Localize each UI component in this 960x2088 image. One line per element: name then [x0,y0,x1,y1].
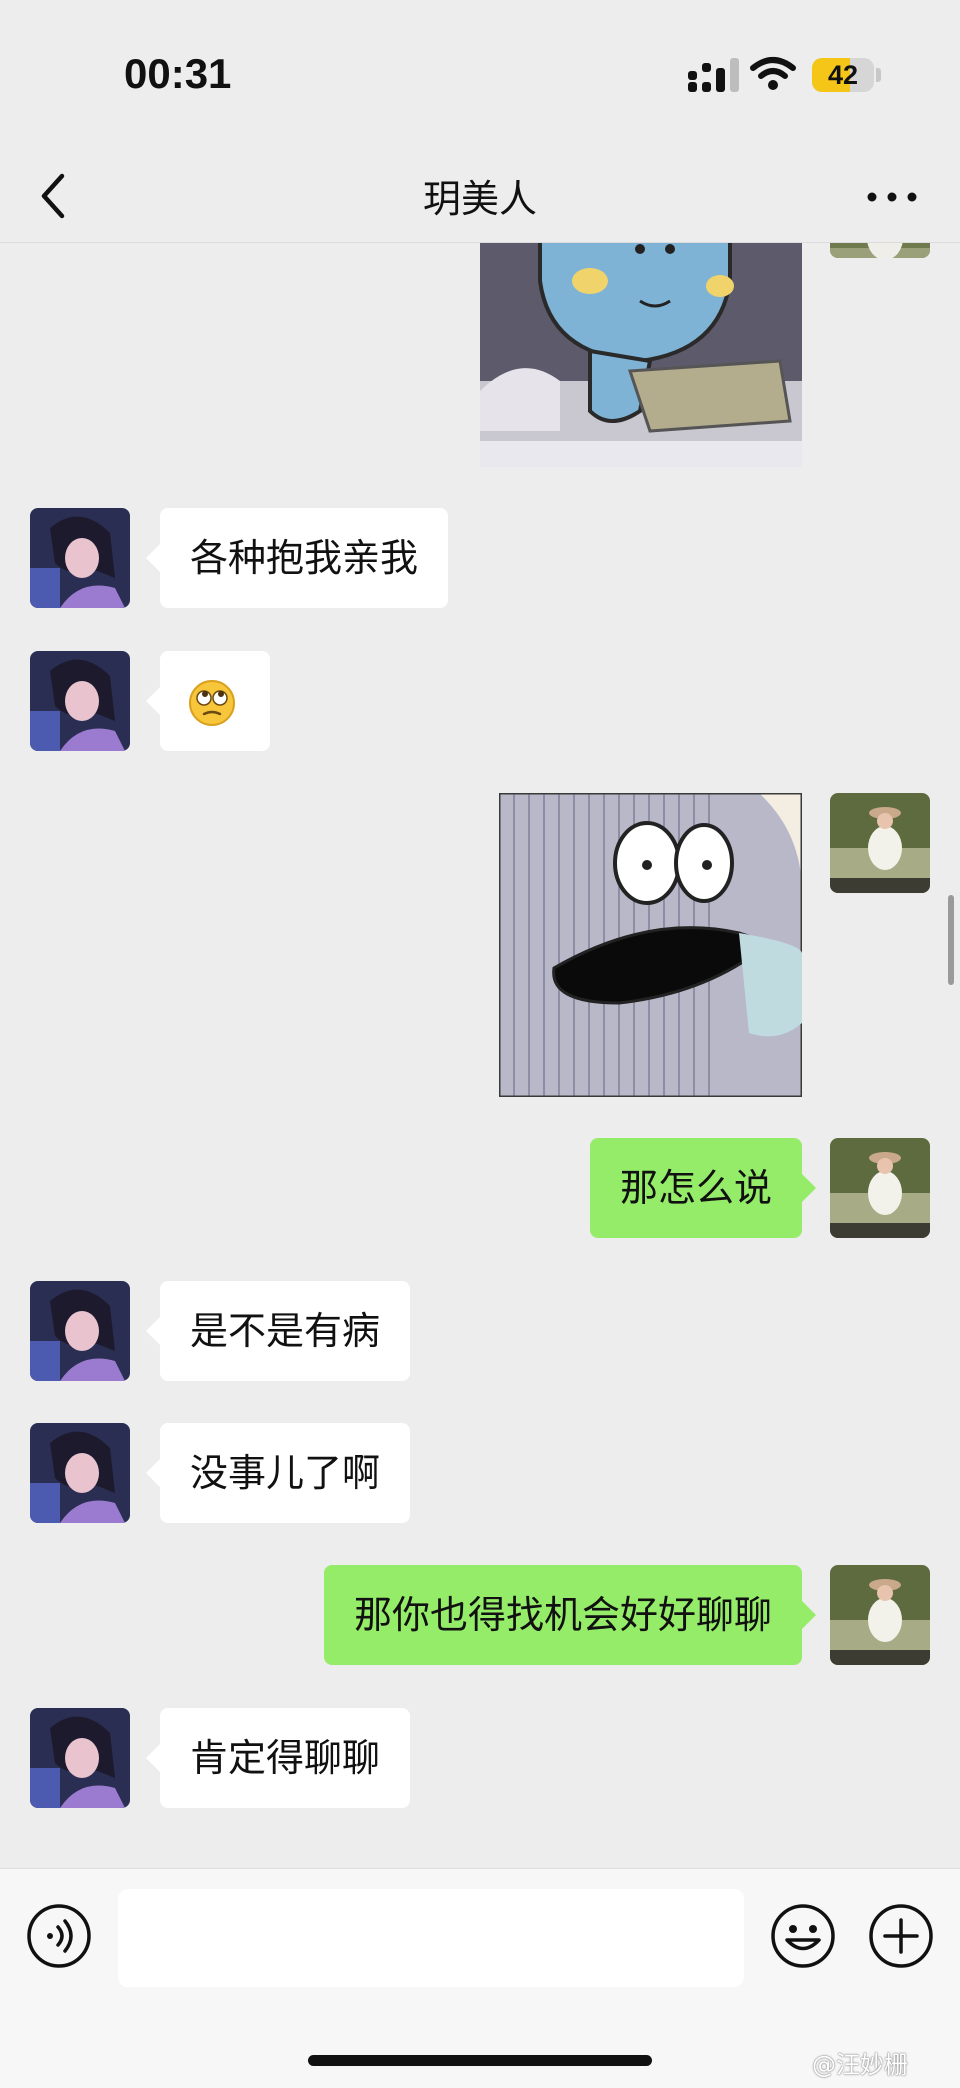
message-list[interactable]: 各种抱我亲我 那怎么说 是不是有病 没事儿了啊 那你也得找机会好好聊聊 肯定得聊… [0,243,960,1868]
message-text: 那你也得找机会好好聊聊 [353,1593,772,1637]
sent-message[interactable]: 那怎么说 [589,1138,817,1238]
received-emoji-message[interactable] [146,651,270,751]
blue-creature-sticker [480,243,802,467]
emoji-icon[interactable] [770,1903,836,1969]
chat-header: 玥美人 [0,150,960,243]
sent-message[interactable]: 那你也得找机会好好聊聊 [323,1565,817,1665]
my-avatar[interactable] [830,793,930,893]
input-bar: @汪妙栅 [0,1868,960,2088]
contact-avatar[interactable] [30,508,130,608]
voice-input-icon[interactable] [26,1903,92,1969]
message-text: 那怎么说 [619,1166,772,1210]
battery-indicator: 42 [812,58,874,92]
scrollbar[interactable] [948,895,954,985]
message-text: 各种抱我亲我 [190,536,419,580]
my-avatar[interactable] [830,243,930,258]
received-message[interactable]: 肯定得聊聊 [145,1708,411,1808]
received-message[interactable]: 没事儿了啊 [145,1423,411,1523]
message-sticker[interactable] [480,243,802,467]
cellular-signal-icon [688,58,739,92]
my-avatar[interactable] [830,1565,930,1665]
message-input[interactable] [118,1889,744,1987]
message-text: 是不是有病 [190,1309,381,1353]
wifi-icon [750,57,796,90]
watermark: @汪妙栅 [812,2051,908,2079]
status-bar: 00:31 42 [0,0,960,150]
received-message[interactable]: 是不是有病 [145,1281,411,1381]
my-avatar[interactable] [830,1138,930,1238]
contact-avatar[interactable] [30,651,130,751]
contact-avatar[interactable] [30,1708,130,1808]
battery-level: 42 [827,60,859,90]
surprised-gray-creature-sticker [499,793,802,1097]
status-time: 00:31 [124,50,232,97]
message-sticker[interactable] [499,793,802,1097]
contact-avatar[interactable] [30,1281,130,1381]
received-message[interactable]: 各种抱我亲我 [145,508,449,608]
contact-avatar[interactable] [30,1423,130,1523]
message-text: 没事儿了啊 [190,1451,381,1495]
eye-roll-emoji-icon [189,680,235,726]
home-indicator[interactable] [308,2055,652,2066]
message-text: 肯定得聊聊 [190,1736,381,1780]
plus-icon[interactable] [868,1903,934,1969]
more-options-icon[interactable] [862,172,922,222]
chat-title: 玥美人 [422,177,537,221]
